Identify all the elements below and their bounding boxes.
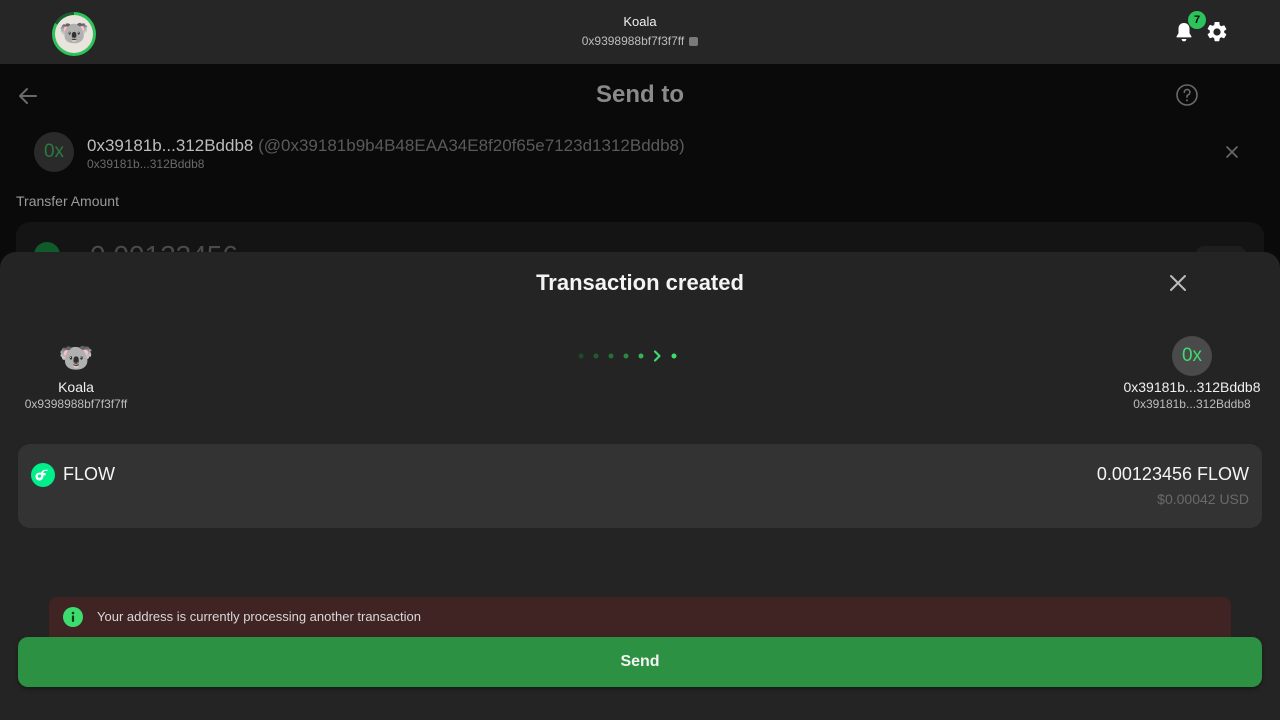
token-amount: 0.00123456 FLOW (1096, 464, 1249, 484)
token-amount-card: FLOW 0.00123456 FLOW $0.00042 USD (18, 444, 1262, 528)
recipient-full-address: (@0x39181b9b4B48EAA34E8f20f65e7123d1312B… (258, 136, 685, 155)
close-icon[interactable] (1224, 144, 1240, 160)
account-name: Koala (623, 14, 657, 29)
recipient-sub-address: 0x39181b...312Bddb8 (87, 157, 205, 171)
warning-text: Your address is currently processing ano… (97, 609, 421, 624)
sender-name: Koala (58, 379, 94, 395)
send-button[interactable]: Send (18, 637, 1262, 687)
flow-token-icon (31, 463, 55, 487)
warning-banner: Your address is currently processing ano… (49, 597, 1231, 637)
help-icon[interactable] (1174, 82, 1200, 108)
token-usd-value: $0.00042 USD (1157, 491, 1249, 507)
sender-avatar: 🐨 (58, 342, 94, 373)
recipient-address: 0x39181b...312Bddb8 (1133, 397, 1251, 411)
recipient-avatar: 0x (1172, 336, 1212, 376)
top-bar: 🐨 Koala 0x9398988bf7f3f7ff 7 (0, 0, 1280, 64)
page-title: Send to (596, 81, 684, 108)
recipient-short: 0x39181b...312Bddb8 (87, 136, 254, 155)
account-address-row[interactable]: 0x9398988bf7f3f7ff (0, 34, 1280, 48)
account-address: 0x9398988bf7f3f7ff (581, 34, 685, 48)
recipient-avatar: 0x (34, 132, 74, 172)
sender-address: 0x9398988bf7f3f7ff (24, 397, 128, 411)
transfer-amount-label: Transfer Amount (16, 193, 119, 209)
transaction-modal: Transaction created 🐨 Koala 0x9398988bf7… (0, 252, 1280, 720)
info-icon (63, 607, 83, 627)
gear-icon[interactable] (1205, 20, 1229, 44)
token-name: FLOW (63, 464, 115, 484)
close-icon[interactable] (1168, 273, 1188, 293)
recipient-name: 0x39181b...312Bddb8 (@0x39181b9b4B48EAA3… (87, 136, 685, 156)
notification-badge: 7 (1188, 11, 1206, 29)
copy-icon[interactable] (689, 37, 699, 46)
modal-title: Transaction created (536, 270, 744, 295)
recipient-name: 0x39181b...312Bddb8 (1123, 379, 1261, 395)
progress-chevron-icon (578, 350, 677, 362)
